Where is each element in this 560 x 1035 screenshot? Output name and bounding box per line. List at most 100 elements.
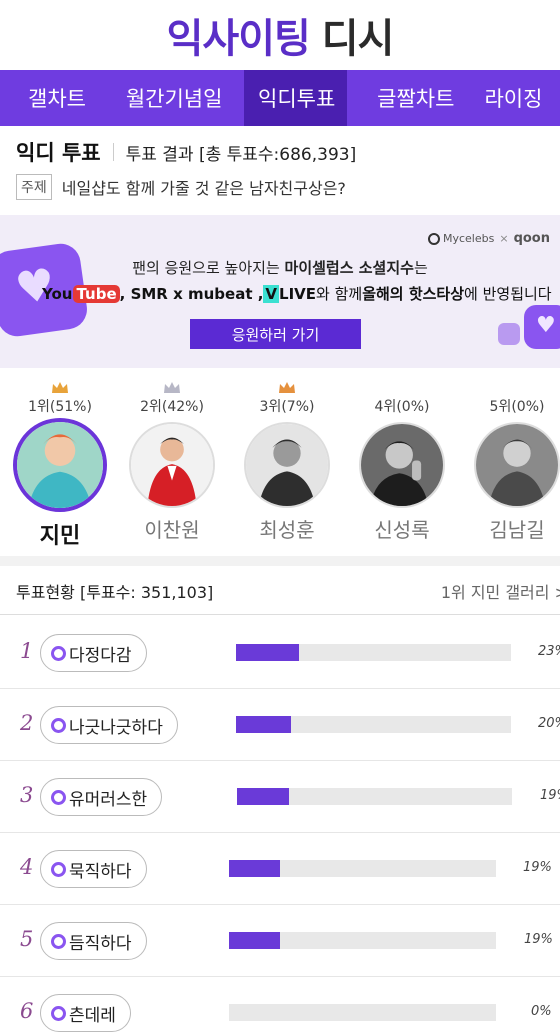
avatar: [244, 422, 330, 508]
sponsor-separator: ×: [499, 232, 509, 245]
vote-percent: 19%: [540, 788, 560, 803]
site-logo[interactable]: 익사이팅 디시: [167, 6, 395, 64]
topic-row: 주제 네일샵도 함께 가줄 것 같은 남자친구상은?: [16, 174, 346, 200]
heart-like-icon: [524, 305, 560, 349]
vote-rank-number: 3: [20, 783, 34, 807]
youtube-logo: You Tube: [42, 284, 120, 303]
mycelebs-ring-icon: [51, 645, 66, 661]
vote-result-total: 투표 결과 [총 투표수:686,393]: [125, 144, 357, 165]
page-title: 익디 투표: [16, 141, 101, 165]
candidate-name: 최성훈: [259, 518, 315, 542]
list-item: 4 묵직하다 19%: [0, 833, 560, 905]
candidate-ranking: 1위(51%) 지민 2위(42%) 이찬원 3위(7%) 최성훈 4위(0%)…: [0, 380, 560, 550]
vote-option-label: 츤데레: [69, 1005, 116, 1026]
vote-option-chip[interactable]: 유머러스한: [40, 778, 163, 816]
vote-bar-track: [237, 788, 512, 805]
tab-gallery-chart[interactable]: 갤차트: [0, 70, 96, 126]
vote-option-label: 나긋나긋하다: [69, 717, 163, 738]
banner-line2-b: 와 함께: [316, 285, 363, 303]
candidate-4[interactable]: 4위(0%) 신성록: [350, 380, 454, 543]
vote-title-row: 익디 투표 투표 결과 [총 투표수:686,393]: [16, 137, 356, 167]
vote-status-title: 투표현황 [투표수: 351,103]: [16, 582, 214, 602]
tab-rising[interactable]: 라이징: [462, 70, 560, 126]
list-item: 6 츤데레 0%: [0, 977, 560, 1035]
sponsor-logos: Mycelebs × qoon: [427, 231, 550, 246]
avatar: [359, 422, 445, 508]
list-item: 1 다정다감 23%: [0, 617, 560, 689]
vote-percent: 20%: [538, 716, 560, 731]
vote-bar-fill: [229, 932, 280, 949]
sponsor-partner: qoon: [513, 231, 550, 246]
mycelebs-ring-icon: [51, 717, 66, 733]
candidate-rank: 4위(0%): [374, 399, 430, 415]
vote-bar-track: [229, 1004, 496, 1021]
vote-bar-fill: [236, 644, 300, 661]
title-divider: [112, 143, 114, 161]
banner-line-2: You Tube , SMR x mubeat , V LIVE 와 함께 올해의 …: [42, 283, 552, 304]
candidate-rank: 1위(51%): [28, 399, 92, 415]
vote-option-chip[interactable]: 묵직하다: [40, 850, 147, 888]
avatar: [474, 422, 560, 508]
list-item: 5 듬직하다 19%: [0, 905, 560, 977]
candidate-2[interactable]: 2위(42%) 이찬원: [120, 380, 224, 543]
vote-option-label: 듬직하다: [69, 933, 132, 954]
vote-rank-number: 1: [20, 639, 34, 663]
vote-option-chip[interactable]: 츤데레: [40, 994, 131, 1032]
vlive-rest: LIVE: [279, 284, 317, 303]
cheer-button[interactable]: 응원하러 가기: [190, 319, 361, 349]
vote-rank-number: 5: [20, 927, 34, 951]
vote-option-chip[interactable]: 나긋나긋하다: [40, 706, 178, 744]
candidate-5[interactable]: 5위(0%) 김남길: [465, 380, 560, 543]
candidate-name: 이찬원: [144, 518, 200, 542]
candidate-1[interactable]: 1위(51%) 지민: [8, 380, 112, 550]
silver-crown-icon: [120, 380, 224, 396]
vote-list: 1 다정다감 23% 2 나긋나긋하다 20% 3 유머러스한 19% 4: [0, 617, 560, 1035]
site-header: 익사이팅 디시: [0, 0, 560, 70]
vote-option-label: 묵직하다: [69, 861, 132, 882]
vote-bar-track: [229, 860, 496, 877]
vote-percent: 0%: [531, 1004, 552, 1019]
tab-exciting-dc-vote[interactable]: 익디투표: [244, 70, 348, 126]
vlive-v: V: [263, 284, 280, 303]
vote-bar-fill: [236, 716, 291, 733]
vote-option-label: 유머러스한: [69, 789, 148, 810]
vote-option-label: 다정다감: [69, 645, 132, 666]
section-divider: [0, 556, 560, 566]
vote-option-chip[interactable]: 다정다감: [40, 634, 147, 672]
mycelebs-ring-icon: [51, 861, 66, 877]
banner-line2-bold: 올해의 핫스타상: [362, 285, 465, 303]
bronze-crown-icon: [235, 380, 339, 396]
tab-post-chart[interactable]: 글짤차트: [347, 70, 462, 126]
crown-placeholder: [465, 380, 560, 396]
mycelebs-ring-icon: [51, 933, 66, 949]
vote-bar-track: [229, 932, 496, 949]
avatar: [129, 422, 215, 508]
main-nav: 갤차트 월간기념일 익디투표 글짤차트 라이징: [0, 70, 560, 126]
tab-monthly-anniversary[interactable]: 월간기념일: [96, 70, 244, 126]
banner-line1-post: 는: [413, 259, 428, 277]
gold-crown-icon: [8, 380, 112, 396]
youtube-tube: Tube: [73, 284, 120, 303]
sponsor-brand: Mycelebs: [442, 232, 495, 245]
promo-banner[interactable]: Mycelebs × qoon 팬의 응원으로 높아지는 마이셀럽스 소셜지수는…: [0, 215, 560, 368]
vote-bar-fill: [237, 788, 290, 805]
mycelebs-ring-icon: [51, 1005, 66, 1021]
candidate-name: 신성록: [374, 518, 430, 542]
vote-option-chip[interactable]: 듬직하다: [40, 922, 147, 960]
banner-line2-c: 에 반영됩니다: [464, 285, 552, 303]
heart-mini-icon: [498, 323, 520, 345]
vote-rank-number: 4: [20, 855, 34, 879]
vote-status-header: 투표현황 [투표수: 351,103] 1위 지민 갤러리 >: [0, 567, 560, 615]
list-item: 2 나긋나긋하다 20%: [0, 689, 560, 761]
avatar: [13, 418, 107, 512]
crown-placeholder: [350, 380, 454, 396]
vote-rank-number: 6: [20, 999, 34, 1023]
vote-bar-track: [236, 644, 511, 661]
candidate-3[interactable]: 3위(7%) 최성훈: [235, 380, 339, 543]
candidate-name: 김남길: [489, 518, 545, 542]
vote-bar-track: [236, 716, 511, 733]
gallery-link[interactable]: 1위 지민 갤러리 >: [441, 579, 560, 603]
list-item: 3 유머러스한 19%: [0, 761, 560, 833]
topic-tag: 주제: [16, 174, 52, 200]
banner-line1-bold: 마이셀럽스 소셜지수: [284, 259, 414, 277]
